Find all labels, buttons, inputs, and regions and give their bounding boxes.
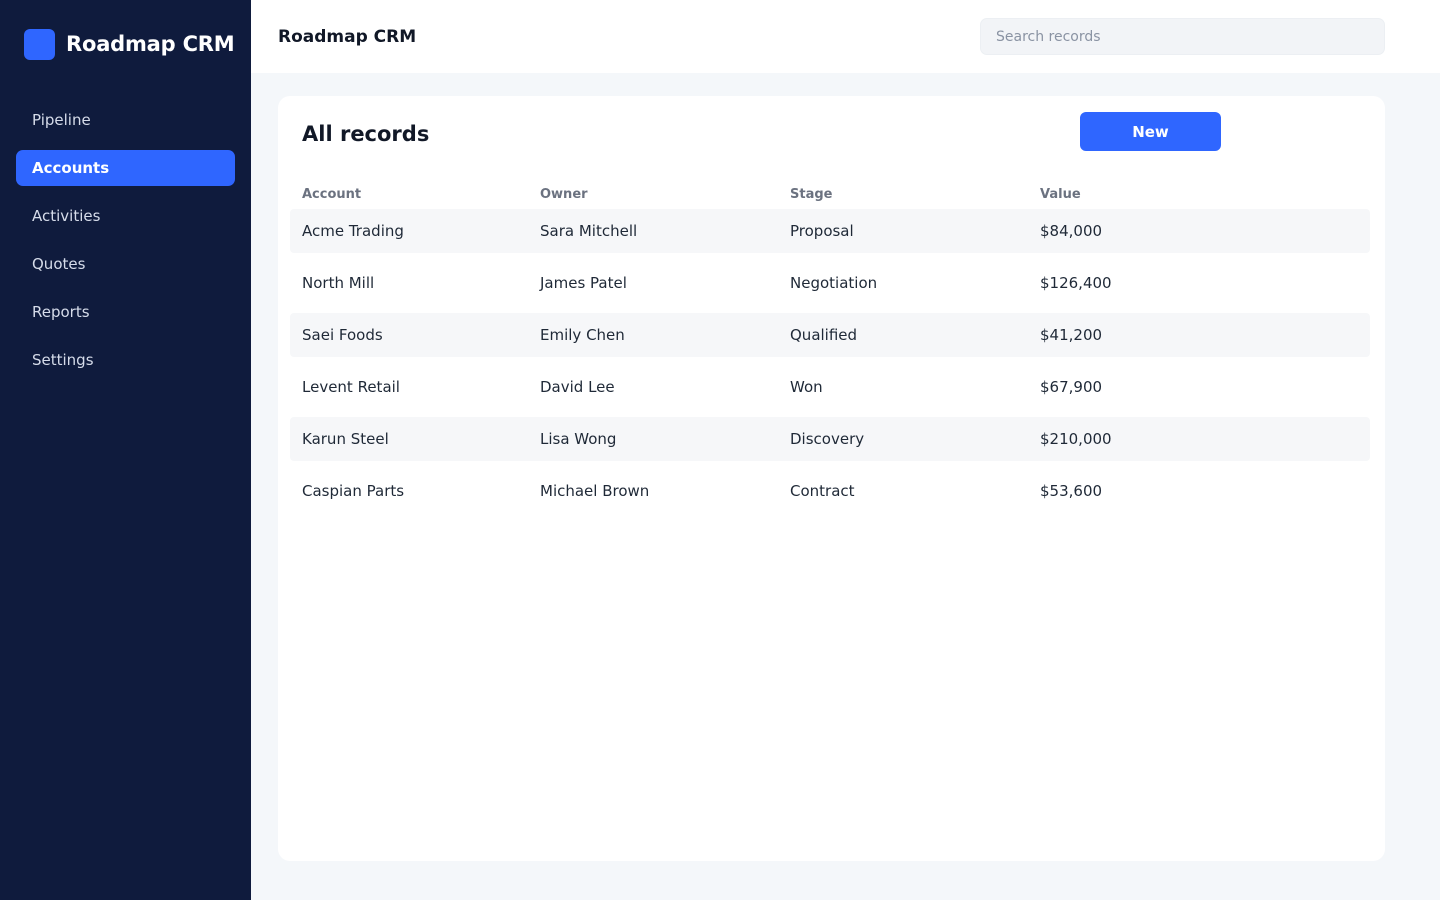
table-row[interactable]: Levent Retail David Lee Won $67,900 [290,365,1370,409]
sidebar-item-settings[interactable]: Settings [16,342,235,378]
sidebar-item-pipeline[interactable]: Pipeline [16,102,235,138]
cell-account: North Mill [302,274,375,292]
cell-value: $53,600 [1040,482,1103,500]
table-row[interactable]: North Mill James Patel Negotiation $126,… [290,261,1370,305]
new-record-button[interactable]: New [1080,112,1221,151]
column-header-value[interactable]: Value [1040,187,1370,202]
cell-value: $126,400 [1040,274,1112,292]
sidebar-item-activities[interactable]: Activities [16,198,235,234]
sidebar-item-label: Reports [32,303,90,321]
sidebar-item-label: Pipeline [32,111,91,129]
column-header-stage[interactable]: Stage [790,187,1040,202]
card-title: All records [302,122,430,146]
table-row[interactable]: Acme Trading Sara Mitchell Proposal $84,… [290,209,1370,253]
cell-account: Saei Foods [302,326,383,344]
brand[interactable]: Roadmap CRM [0,28,251,60]
app-shell: Roadmap CRM Pipeline Accounts Activities… [0,0,1440,900]
records-table: Account Owner Stage Value Acme Trading S… [290,179,1370,521]
cell-account: Caspian Parts [302,482,405,500]
column-header-owner[interactable]: Owner [540,187,790,202]
content-area: All records New Account Owner Stage Valu… [251,73,1440,900]
cell-account: Karun Steel [302,430,389,448]
cell-stage: Won [790,378,823,396]
cell-owner: James Patel [540,274,627,292]
sidebar-item-label: Activities [32,207,101,225]
sidebar-item-quotes[interactable]: Quotes [16,246,235,282]
records-card: All records New Account Owner Stage Valu… [278,96,1385,861]
table-row[interactable]: Saei Foods Emily Chen Qualified $41,200 [290,313,1370,357]
table-header: Account Owner Stage Value [290,179,1370,209]
brand-name: Roadmap CRM [66,32,235,56]
sidebar-item-label: Settings [32,351,94,369]
cell-stage: Proposal [790,222,854,240]
table-row[interactable]: Caspian Parts Michael Brown Contract $53… [290,469,1370,513]
cell-stage: Discovery [790,430,865,448]
cell-owner: David Lee [540,378,615,396]
table-row[interactable]: Karun Steel Lisa Wong Discovery $210,000 [290,417,1370,461]
brand-logo-icon [24,28,55,60]
cell-stage: Contract [790,482,855,500]
cell-stage: Negotiation [790,274,878,292]
sidebar-item-reports[interactable]: Reports [16,294,235,330]
cell-owner: Emily Chen [540,326,625,344]
sidebar-item-label: Quotes [32,255,86,273]
cell-account: Levent Retail [302,378,400,396]
cell-stage: Qualified [790,326,858,344]
main-area: Roadmap CRM All records New Account Owne… [251,0,1440,900]
sidebar-item-label: Accounts [32,159,110,177]
cell-value: $41,200 [1040,326,1103,344]
sidebar-nav: Pipeline Accounts Activities Quotes Repo… [0,102,251,378]
column-header-account[interactable]: Account [290,187,540,202]
sidebar: Roadmap CRM Pipeline Accounts Activities… [0,0,251,900]
sidebar-item-accounts[interactable]: Accounts [16,150,235,186]
page-title: Roadmap CRM [278,26,417,47]
cell-value: $84,000 [1040,222,1103,240]
search-input[interactable] [980,18,1385,55]
top-bar: Roadmap CRM [251,0,1440,73]
cell-account: Acme Trading [302,222,404,240]
cell-owner: Lisa Wong [540,430,617,448]
cell-value: $67,900 [1040,378,1103,396]
cell-owner: Sara Mitchell [540,222,638,240]
cell-owner: Michael Brown [540,482,650,500]
cell-value: $210,000 [1040,430,1112,448]
